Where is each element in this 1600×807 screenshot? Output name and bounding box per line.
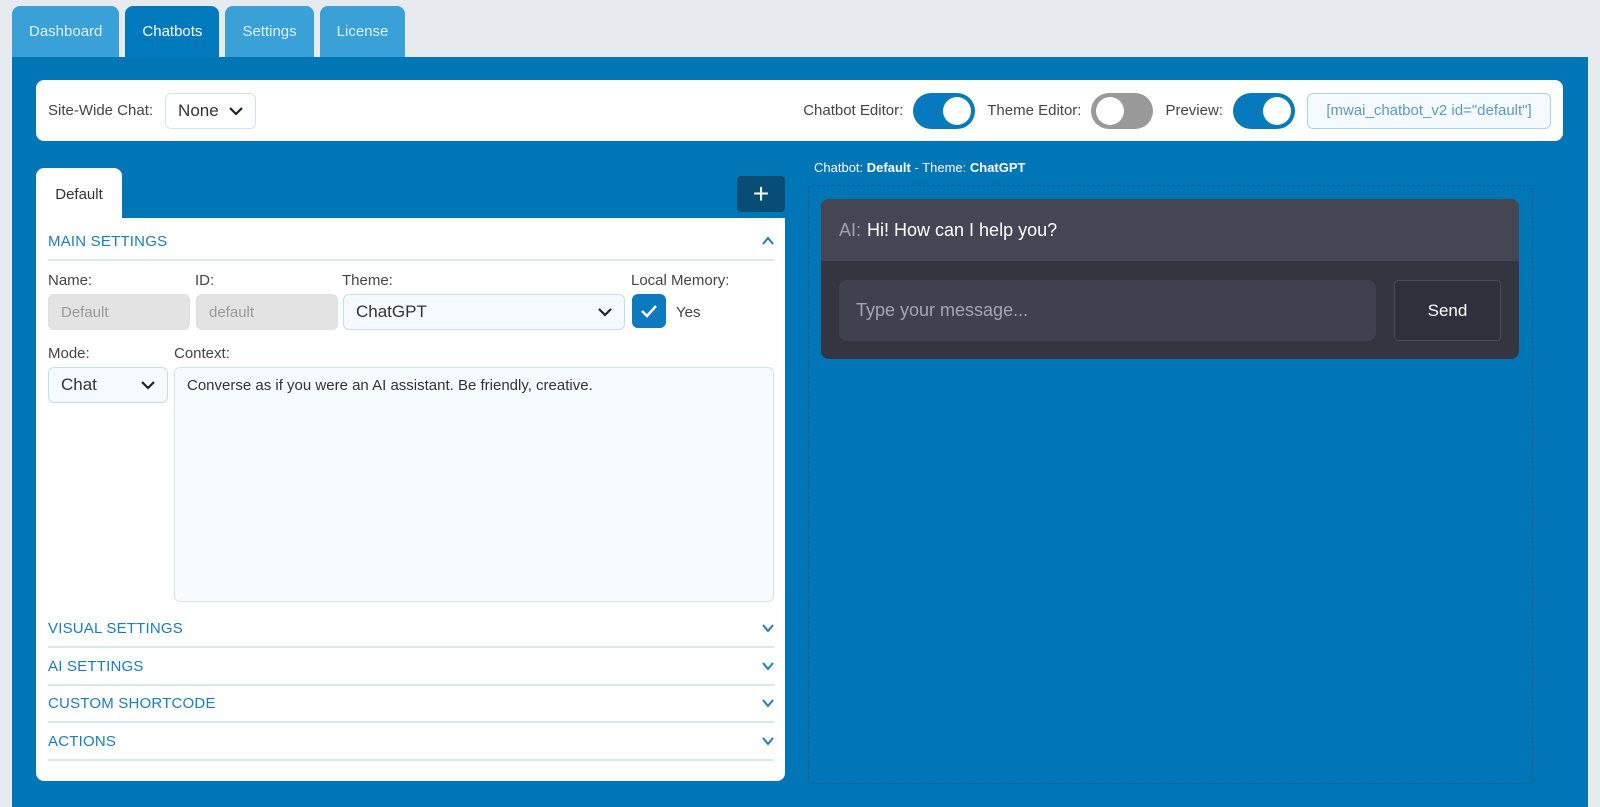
context-textarea[interactable]: Converse as if you were an AI assistant.… bbox=[174, 367, 774, 602]
site-wide-chat-value: None bbox=[178, 100, 219, 120]
preview-theme-name: ChatGPT bbox=[969, 160, 1026, 175]
shortcode-field[interactable]: [mwai_chatbot_v2 id="default"] bbox=[1307, 92, 1551, 129]
chevron-down-icon bbox=[762, 662, 774, 671]
preview-toggle[interactable] bbox=[1233, 92, 1295, 129]
name-label: Name: bbox=[48, 272, 93, 289]
context-label: Context: bbox=[174, 345, 230, 362]
custom-shortcode-title: CUSTOM SHORTCODE bbox=[48, 694, 216, 712]
theme-select[interactable]: ChatGPT bbox=[343, 294, 625, 330]
ai-message-text: Hi! How can I help you? bbox=[867, 219, 1058, 240]
local-memory-checkbox[interactable] bbox=[632, 294, 666, 328]
custom-shortcode-header[interactable]: CUSTOM SHORTCODE bbox=[48, 685, 774, 723]
chat-message-input[interactable]: Type your message... bbox=[839, 280, 1376, 341]
site-wide-chat-select[interactable]: None bbox=[165, 92, 256, 129]
theme-editor-label: Theme Editor: bbox=[987, 102, 1082, 119]
send-button[interactable]: Send bbox=[1394, 280, 1501, 341]
chatbot-tab-default[interactable]: Default bbox=[36, 168, 122, 220]
local-memory-label: Local Memory: bbox=[631, 272, 730, 289]
add-chatbot-button[interactable]: + bbox=[737, 176, 785, 212]
chat-preview: AI: Hi! How can I help you? Type your me… bbox=[821, 199, 1519, 359]
chevron-down-icon bbox=[762, 699, 774, 708]
main-settings-header[interactable]: MAIN SETTINGS bbox=[48, 223, 774, 261]
theme-label: Theme: bbox=[342, 272, 393, 289]
chatbot-editor-panel: MAIN SETTINGS Name: ID: Theme: Local Mem… bbox=[36, 218, 785, 781]
theme-editor-toggle[interactable] bbox=[1091, 92, 1154, 129]
preview-title: Chatbot: Default - Theme: ChatGPT bbox=[814, 160, 1026, 175]
main-settings-title: MAIN SETTINGS bbox=[48, 232, 168, 250]
chevron-down-icon bbox=[141, 381, 155, 390]
theme-value: ChatGPT bbox=[356, 302, 427, 321]
name-field[interactable]: Default bbox=[48, 294, 190, 330]
ai-settings-title: AI SETTINGS bbox=[48, 657, 144, 675]
id-field[interactable]: default bbox=[196, 294, 338, 330]
chatbot-toolbar: Site-Wide Chat: None Chatbot Editor: The… bbox=[36, 80, 1563, 141]
actions-title: ACTIONS bbox=[48, 732, 117, 750]
checkmark-icon bbox=[641, 305, 657, 318]
mode-label: Mode: bbox=[48, 345, 90, 362]
visual-settings-header[interactable]: VISUAL SETTINGS bbox=[48, 610, 774, 648]
chat-message-ai: AI: Hi! How can I help you? bbox=[821, 199, 1519, 261]
chevron-up-icon bbox=[762, 236, 774, 245]
local-memory-text: Yes bbox=[676, 304, 701, 321]
chevron-down-icon bbox=[762, 624, 774, 633]
mode-select[interactable]: Chat bbox=[48, 367, 168, 403]
site-wide-chat-label: Site-Wide Chat: bbox=[48, 102, 154, 119]
chevron-down-icon bbox=[228, 106, 243, 116]
tab-license[interactable]: License bbox=[319, 6, 406, 57]
preview-label: Preview: bbox=[1165, 102, 1223, 119]
main-panel: Site-Wide Chat: None Chatbot Editor: The… bbox=[12, 57, 1588, 807]
ai-settings-header[interactable]: AI SETTINGS bbox=[48, 648, 774, 686]
preview-chatbot-name: Default bbox=[866, 160, 911, 175]
chevron-down-icon bbox=[762, 737, 774, 746]
top-tab-bar: Dashboard Chatbots Settings License bbox=[12, 6, 406, 57]
mode-value: Chat bbox=[61, 375, 97, 394]
tab-chatbots[interactable]: Chatbots bbox=[125, 6, 220, 57]
tab-settings[interactable]: Settings bbox=[225, 6, 314, 57]
ai-label: AI: bbox=[839, 219, 862, 240]
chatbot-editor-label: Chatbot Editor: bbox=[803, 102, 904, 119]
tab-dashboard[interactable]: Dashboard bbox=[12, 6, 120, 57]
id-label: ID: bbox=[195, 272, 215, 289]
chatbot-editor-toggle[interactable] bbox=[913, 92, 976, 129]
visual-settings-title: VISUAL SETTINGS bbox=[48, 619, 183, 637]
actions-header[interactable]: ACTIONS bbox=[48, 723, 774, 761]
chevron-down-icon bbox=[598, 308, 612, 317]
